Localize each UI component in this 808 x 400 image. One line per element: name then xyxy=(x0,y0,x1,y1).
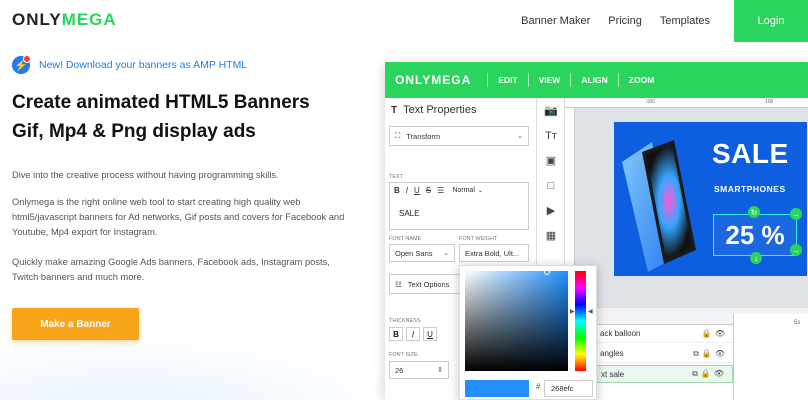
lightning-icon: ⚡ xyxy=(12,55,31,74)
hex-input[interactable]: 268efc xyxy=(544,380,593,397)
bold-button[interactable]: B xyxy=(389,327,403,341)
editor-logo: ONLYMEGA xyxy=(395,73,472,87)
font-size-label: FONT SIZE xyxy=(389,352,418,358)
chevron-down-icon: ⌄ xyxy=(517,133,523,140)
layer-controls-icon[interactable]: 🔒👁 xyxy=(702,329,728,338)
title-line-1: Create animated HTML5 Banners xyxy=(12,92,310,113)
nav-banner-maker[interactable]: Banner Maker xyxy=(521,15,590,27)
nav-pricing[interactable]: Pricing xyxy=(608,15,642,27)
transform-dropdown[interactable]: ⛶ Transform ⌄ xyxy=(389,126,529,146)
editor-toolbar: ONLYMEGA EDIT VIEW ALIGN ZOOM xyxy=(385,62,808,98)
video-icon[interactable]: ▶ xyxy=(537,198,565,223)
timeline-panel[interactable]: 5s xyxy=(733,314,808,400)
chevron-down-icon: ⌄ xyxy=(443,250,449,257)
arrow-right-icon[interactable]: → xyxy=(790,244,802,256)
thickness-buttons: B I U xyxy=(389,327,440,341)
menu-edit[interactable]: EDIT xyxy=(487,73,527,87)
italic-icon[interactable]: I xyxy=(406,186,408,195)
features-paragraph: Quickly make amazing Google Ads banners,… xyxy=(12,257,330,282)
list-icon[interactable]: ☰ xyxy=(437,186,444,195)
text-icon: T xyxy=(391,104,398,116)
underline-icon[interactable]: U xyxy=(414,186,420,195)
color-spectrum[interactable] xyxy=(465,271,568,371)
text-value[interactable]: SALE xyxy=(399,209,419,218)
login-button[interactable]: Login xyxy=(734,0,808,42)
font-weight-select[interactable]: Extra Bold, Ult... xyxy=(459,244,529,262)
layer-controls-icon[interactable]: ⧉🔒👁 xyxy=(692,369,727,379)
text-add-icon[interactable]: Tт xyxy=(537,123,565,148)
menu-view[interactable]: VIEW xyxy=(527,73,571,87)
title-line-2: Gif, Mp4 & Png display ads xyxy=(12,121,256,142)
logo-mega: MEGA xyxy=(61,10,117,29)
intro-paragraph: Dive into the creative process without h… xyxy=(12,170,279,180)
font-name-label: FONT NAME xyxy=(389,236,422,242)
font-name-select[interactable]: Open Sans ⌄ xyxy=(389,244,455,262)
top-nav: Banner Maker Pricing Templates Login xyxy=(521,0,808,42)
hue-handle-right-icon[interactable]: ◀ xyxy=(588,308,593,315)
announcement[interactable]: ⚡ New! Download your banners as AMP HTML xyxy=(12,55,247,74)
menu-align[interactable]: ALIGN xyxy=(570,73,617,87)
hue-handle-left-icon[interactable]: ▶ xyxy=(570,308,575,315)
text-options-button[interactable]: ☷ Text Options xyxy=(389,274,463,294)
format-toolbar: BIUS ☰ Normal ⌄ xyxy=(394,186,483,195)
image-add-icon[interactable]: 📷 xyxy=(537,98,565,123)
menu-zoom[interactable]: ZOOM xyxy=(617,73,665,87)
hash-symbol: # xyxy=(536,382,541,391)
page-title: Create animated HTML5 Banners Gif, Mp4 &… xyxy=(12,88,352,146)
strikethrough-icon[interactable]: S xyxy=(426,186,431,195)
announcement-link[interactable]: New! Download your banners as AMP HTML xyxy=(39,59,247,71)
text-label: TEXT xyxy=(389,174,404,180)
banner-sale-text[interactable]: SALE xyxy=(712,138,789,170)
italic-button[interactable]: I xyxy=(406,327,420,341)
nav-templates[interactable]: Templates xyxy=(660,15,710,27)
chevron-down-icon: ⌄ xyxy=(477,188,483,194)
font-weight-label: FONT WEIGHT xyxy=(459,236,498,242)
background-decoration xyxy=(0,330,420,400)
text-style-select[interactable]: Normal xyxy=(452,187,475,194)
rectangle-icon[interactable]: □ xyxy=(537,173,565,198)
arrow-down-icon[interactable]: ↓ xyxy=(750,252,762,264)
layer-controls-icon[interactable]: ⧉🔒👁 xyxy=(693,349,728,359)
stepper-icon[interactable]: ⇕ xyxy=(437,366,443,374)
panel-title: T Text Properties xyxy=(391,104,477,116)
color-picker: ▶ ◀ # 268efc xyxy=(459,265,597,400)
widgets-icon[interactable]: ▦ xyxy=(537,223,565,248)
color-swatch xyxy=(465,380,529,397)
picker-cursor[interactable] xyxy=(544,269,550,275)
description-paragraph: Onlymega is the right online web tool to… xyxy=(12,197,345,237)
rotate-handle-icon[interactable]: ↻ xyxy=(748,206,760,218)
sliders-icon: ☷ xyxy=(395,279,402,289)
landing-page: ONLYMEGA Banner Maker Pricing Templates … xyxy=(0,0,808,400)
arrow-right-icon[interactable]: → xyxy=(790,208,802,220)
make-banner-button[interactable]: Make a Banner xyxy=(12,308,139,340)
font-size-input[interactable]: 26 ⇕ xyxy=(389,361,449,379)
hue-slider[interactable] xyxy=(575,271,586,371)
logo[interactable]: ONLYMEGA xyxy=(12,10,117,30)
thickness-label: THICKNESS xyxy=(389,318,421,324)
shape-add-icon[interactable]: ▣ xyxy=(537,148,565,173)
underline-button[interactable]: U xyxy=(423,327,437,341)
text-editor[interactable]: BIUS ☰ Normal ⌄ SALE xyxy=(389,182,529,230)
bold-icon[interactable]: B xyxy=(394,186,400,195)
ruler-horizontal: -100 100 xyxy=(565,98,808,108)
transform-icon: ⛶ xyxy=(395,131,401,140)
banner-subtitle[interactable]: SMARTPHONES xyxy=(714,184,786,194)
banner-discount[interactable]: 25 % xyxy=(713,214,797,256)
logo-only: ONLY xyxy=(12,10,62,29)
